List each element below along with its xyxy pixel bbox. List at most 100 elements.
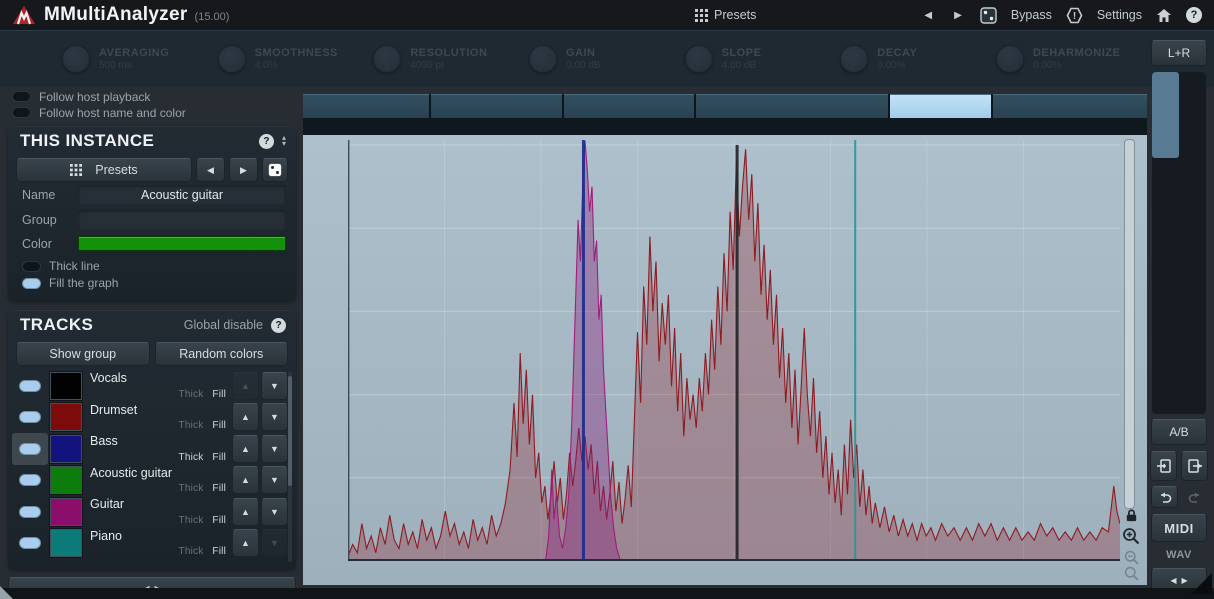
global-disable-button[interactable]: Global disable [184,318,263,332]
track-color-swatch[interactable] [50,435,82,463]
name-field[interactable]: Acoustic guitar [78,185,286,205]
parameter-knob[interactable]: RESOLUTION 4096 pt [373,45,521,73]
knob-dial[interactable] [529,45,557,73]
track-fill-toggle[interactable]: Fill [212,515,226,526]
thick-line-toggle[interactable] [22,261,41,272]
panel-help-icon[interactable]: ? [271,318,286,333]
track-move-down-button[interactable]: ▼ [261,403,288,431]
prev-preset-button[interactable]: ◀ [196,158,225,182]
panel-help-icon[interactable]: ? [259,134,274,149]
group-field[interactable] [78,210,286,230]
track-row[interactable]: Bass Thick Fill ▲ ▼ [12,433,288,465]
track-enable-toggle[interactable] [19,537,41,549]
track-move-up-button[interactable]: ▲ [232,498,259,526]
track-color-swatch[interactable] [50,466,82,494]
redo-button[interactable] [1182,487,1207,507]
track-move-down-button[interactable]: ▼ [261,435,288,463]
track-enable-cell[interactable] [12,402,48,434]
knob-dial[interactable] [373,45,401,73]
show-group-button[interactable]: Show group [16,342,150,366]
ab-slot-button[interactable] [1179,329,1206,415]
knob-dial[interactable] [685,45,713,73]
track-color-swatch[interactable] [50,498,82,526]
zoom-fit-icon[interactable] [1123,565,1140,582]
home-icon[interactable] [1156,8,1172,23]
zoom-out-icon[interactable] [1123,549,1140,566]
ab-compare-button[interactable]: A/B [1151,419,1207,445]
track-enable-toggle[interactable] [19,443,41,455]
ab-slot-button[interactable] [1152,158,1179,244]
tracks-scrollbar[interactable] [288,372,292,562]
parameter-knob[interactable]: DEHARMONIZE 0.00% [996,45,1144,73]
track-thick-toggle[interactable]: Thick [179,389,204,400]
random-preset-icon[interactable] [980,7,997,24]
track-enable-cell[interactable] [12,465,48,497]
ab-slot-button[interactable] [1152,72,1179,158]
track-thick-toggle[interactable]: Thick [179,452,204,463]
track-enable-toggle[interactable] [19,474,41,486]
knob-dial[interactable] [840,45,868,73]
view-tab[interactable] [303,94,429,118]
knob-dial[interactable] [218,45,246,73]
track-color-swatch[interactable] [50,372,82,400]
collapse-icon[interactable]: ▴ ▾ [282,135,286,147]
zoom-in-icon[interactable] [1121,526,1141,546]
stereo-analysis-canvas[interactable] [348,140,1120,561]
next-preset-button[interactable]: ▶ [229,158,258,182]
ab-slot-button[interactable] [1179,243,1206,329]
toggle-pill-icon[interactable] [12,107,31,118]
stereo-plot[interactable] [303,135,1147,585]
ab-slot-button[interactable] [1152,329,1179,415]
prev-preset-button[interactable]: ◀ [920,8,936,23]
view-tab[interactable] [696,94,888,118]
warning-icon[interactable]: ! [1066,7,1083,24]
scrollbar-thumb[interactable] [288,376,292,486]
channel-mode-button[interactable]: L+R [1151,40,1207,66]
track-enable-cell[interactable] [12,433,48,465]
follow-toggle-row[interactable]: Follow host name and color [12,105,296,120]
copy-from-slot-button[interactable] [1181,451,1208,481]
track-row[interactable]: Guitar Thick Fill ▲ ▼ [12,496,288,528]
bypass-button[interactable]: Bypass [1011,8,1052,22]
track-move-up-button[interactable]: ▲ [232,529,259,557]
track-row[interactable]: Piano Thick Fill ▲ ▼ [12,528,288,560]
toggle-pill-icon[interactable] [12,91,31,102]
ab-slot-button[interactable] [1179,158,1206,244]
resize-grip-bottom-left[interactable] [0,586,13,599]
track-move-down-button[interactable]: ▼ [261,372,288,400]
track-row[interactable]: Vocals Thick Fill ▲ ▼ [12,370,288,402]
random-colors-button[interactable]: Random colors [155,342,289,366]
parameter-knob[interactable]: DECAY 0.00% [840,45,988,73]
view-tab[interactable] [564,94,694,118]
fill-graph-toggle[interactable] [22,278,41,289]
track-fill-toggle[interactable]: Fill [212,546,226,557]
knob-dial[interactable] [62,45,90,73]
track-row[interactable]: Acoustic guitar Thick Fill ▲ ▼ [12,465,288,497]
track-move-down-button[interactable]: ▼ [261,466,288,494]
plot-vertical-scrollbar[interactable] [1124,139,1135,509]
track-thick-toggle[interactable]: Thick [179,483,204,494]
parameter-knob[interactable]: SLOPE 4.00 dB [685,45,833,73]
lock-icon[interactable] [1124,508,1139,523]
track-move-down-button[interactable]: ▼ [261,498,288,526]
knob-dial[interactable] [996,45,1024,73]
copy-to-slot-button[interactable] [1150,451,1177,481]
track-enable-toggle[interactable] [19,506,41,518]
color-field[interactable] [78,236,286,251]
track-enable-cell[interactable] [12,528,48,560]
track-color-swatch[interactable] [50,403,82,431]
track-move-up-button[interactable]: ▲ [232,435,259,463]
track-fill-toggle[interactable]: Fill [212,452,226,463]
track-thick-toggle[interactable]: Thick [179,420,204,431]
undo-button[interactable] [1151,486,1178,508]
view-tab[interactable] [431,94,561,118]
track-fill-toggle[interactable]: Fill [212,483,226,494]
track-thick-toggle[interactable]: Thick [179,515,204,526]
next-preset-button[interactable]: ▶ [950,8,966,23]
track-row[interactable]: Drumset Thick Fill ▲ ▼ [12,402,288,434]
parameter-knob[interactable]: GAIN 0.00 dB [529,45,677,73]
instance-presets-button[interactable]: Presets [16,158,192,182]
track-thick-toggle[interactable]: Thick [179,546,204,557]
ab-slot-button[interactable] [1179,72,1206,158]
follow-toggle-row[interactable]: Follow host playback [12,89,296,104]
